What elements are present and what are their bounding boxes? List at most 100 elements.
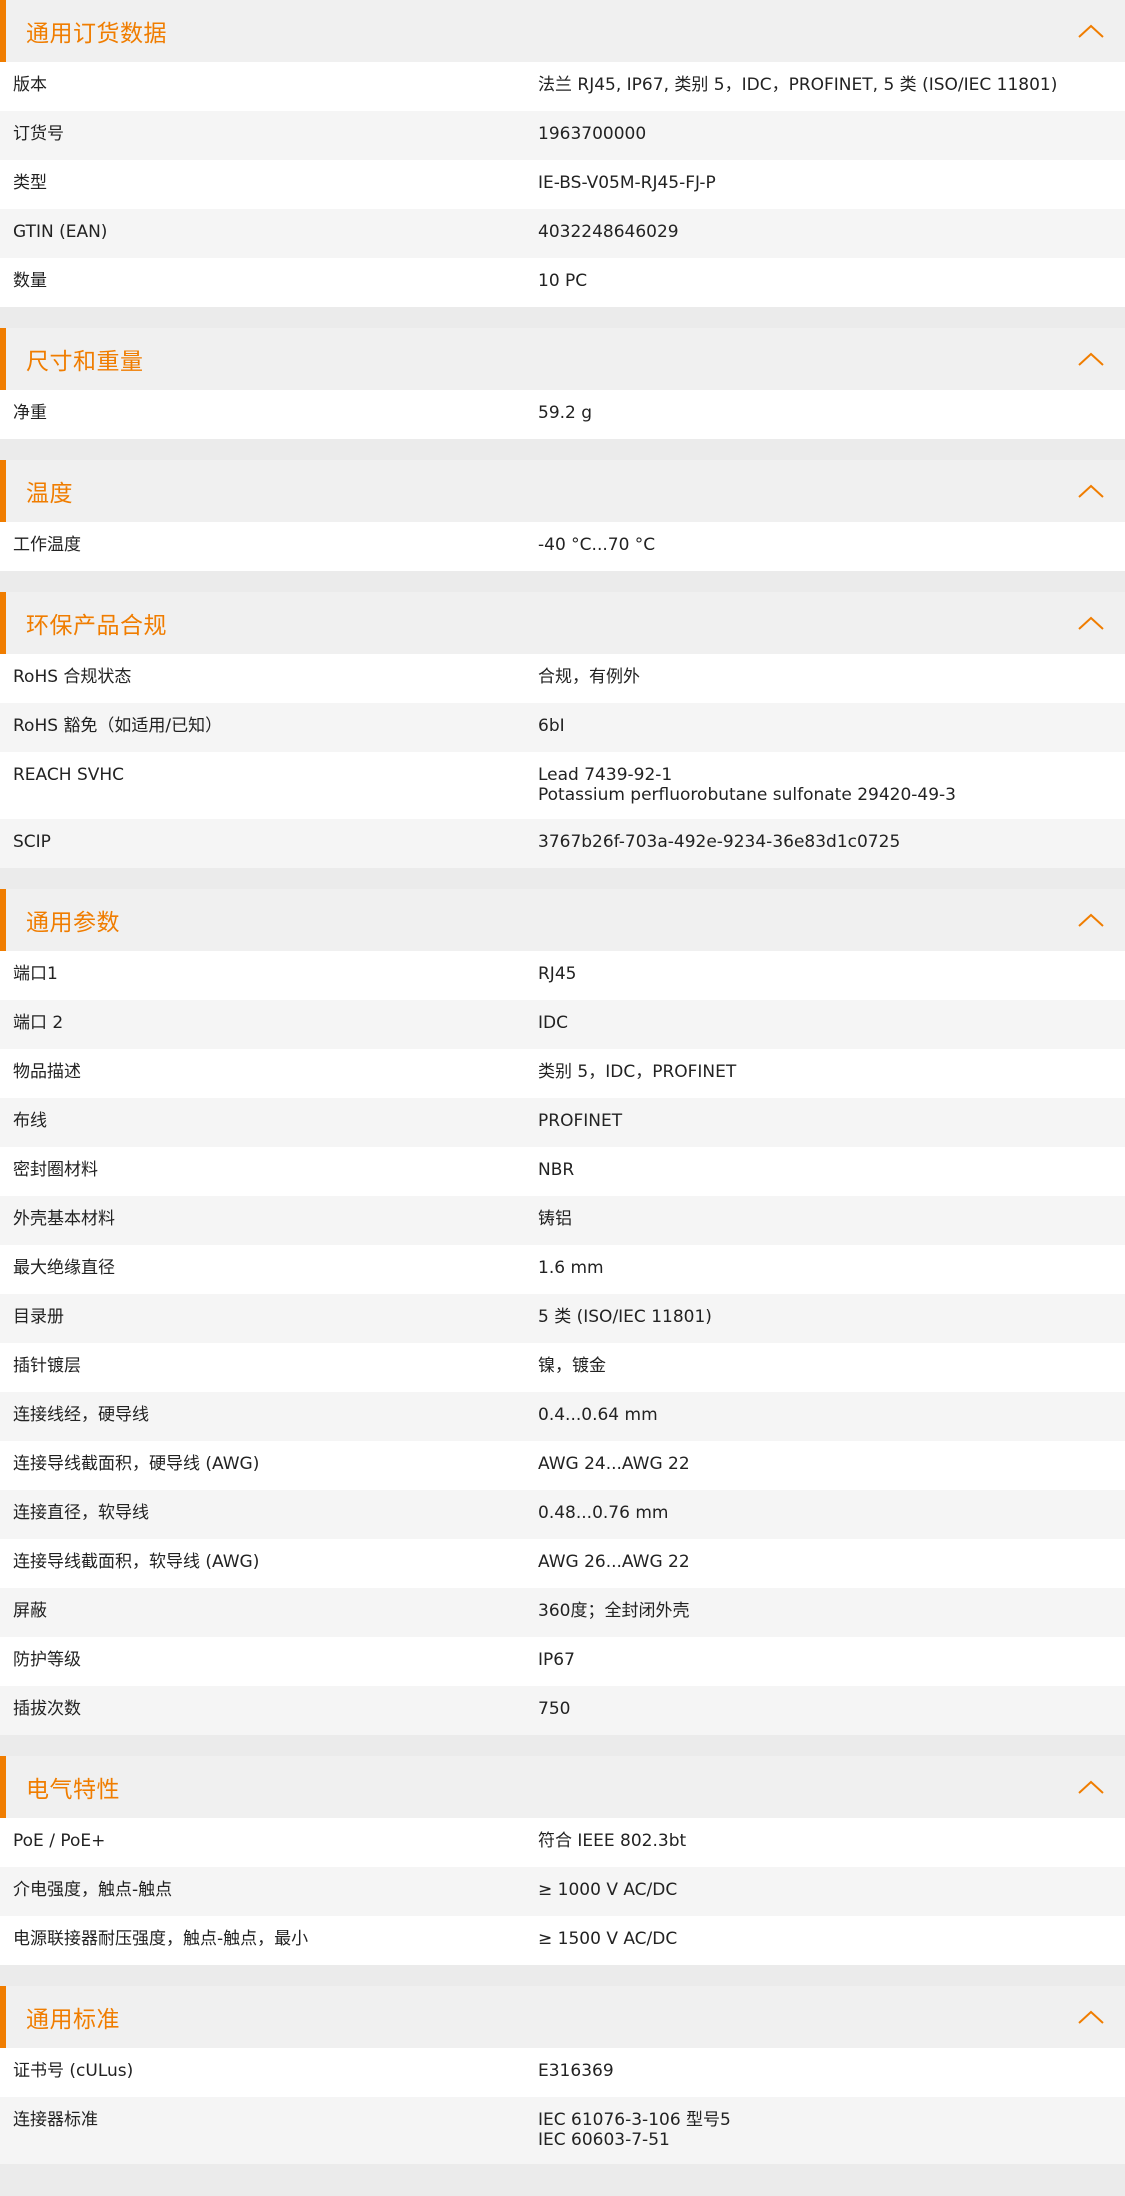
spec-section: 通用订货数据版本 法兰 RJ45, IP67, 类别 5，IDC，PROFINET… (0, 0, 1125, 311)
spec-value: PROFINET (538, 1111, 623, 1131)
spec-rows: 端口1 RJ45 端口 2 IDC 物品描述 类别 5，IDC，PROFINET 布线 PRO… (0, 951, 1125, 1735)
spec-row: 净重 59.2 g (0, 390, 1125, 439)
spec-label: 订货号 (13, 124, 64, 144)
spec-value: IEC 61076-3-106 型号5 IEC 60603-7-51 (538, 2110, 731, 2150)
spec-value: NBR (538, 1160, 575, 1180)
spec-row: 插针镀层 镍，镀金 (0, 1343, 1125, 1392)
spec-label: 布线 (13, 1111, 47, 1131)
section-title: 通用标准 (26, 2007, 120, 2033)
section-divider (0, 1965, 1125, 1969)
chevron-up-icon[interactable] (1077, 483, 1105, 499)
section-divider (0, 571, 1125, 575)
section-title: 温度 (26, 481, 73, 507)
chevron-up-icon[interactable] (1077, 351, 1105, 367)
spec-row: 端口1 RJ45 (0, 951, 1125, 1000)
spec-row: 防护等级 IP67 (0, 1637, 1125, 1686)
spec-row: 证书号 (cULus) E316369 (0, 2048, 1125, 2097)
spec-row: RoHS 豁免（如适用/已知） 6bI (0, 703, 1125, 752)
spec-row: 数量 10 PC (0, 258, 1125, 307)
spec-section: 环保产品合规 RoHS 合规状态 合规，有例外 RoHS 豁免（如适用/已知） 6bI R… (0, 592, 1125, 872)
spec-label: 类型 (13, 173, 47, 193)
spec-value: E316369 (538, 2061, 614, 2081)
spec-value: 铸铝 (538, 1209, 572, 1229)
spec-label: 物品描述 (13, 1062, 81, 1082)
spec-label: GTIN (EAN) (13, 222, 108, 242)
section-header[interactable]: 环保产品合规 (0, 592, 1125, 654)
spec-row: 连接线经，硬导线 0.4...0.64 mm (0, 1392, 1125, 1441)
spec-section: 电气特性 PoE / PoE+ 符合 IEEE 802.3bt 介电强度，触点-触点 ≥… (0, 1756, 1125, 1969)
spec-value: AWG 24...AWG 22 (538, 1454, 690, 1474)
chevron-up-icon[interactable] (1077, 1779, 1105, 1795)
section-header[interactable]: 电气特性 (0, 1756, 1125, 1818)
spec-label: 最大绝缘直径 (13, 1258, 115, 1278)
spec-label: 屏蔽 (13, 1601, 47, 1621)
spec-row: 布线 PROFINET (0, 1098, 1125, 1147)
spec-label: 介电强度，触点-触点 (13, 1880, 173, 1900)
spec-row: 连接导线截面积，硬导线 (AWG) AWG 24...AWG 22 (0, 1441, 1125, 1490)
spec-label: 版本 (13, 75, 47, 95)
spec-label: 证书号 (cULus) (13, 2061, 134, 2081)
section-header[interactable]: 通用订货数据 (0, 0, 1125, 62)
spec-row: 插拔次数 750 (0, 1686, 1125, 1735)
spec-section: 温度工作温度 -40 °C...70 °C (0, 460, 1125, 575)
spec-label: 防护等级 (13, 1650, 81, 1670)
spec-value: AWG 26...AWG 22 (538, 1552, 690, 1572)
chevron-up-icon[interactable] (1077, 912, 1105, 928)
spec-label: SCIP (13, 832, 51, 852)
spec-label: 电源联接器耐压强度，触点-触点，最小 (13, 1929, 309, 1949)
spec-row: 目录册 5 类 (ISO/IEC 11801) (0, 1294, 1125, 1343)
spec-label: 密封圈材料 (13, 1160, 98, 1180)
spec-label: RoHS 豁免（如适用/已知） (13, 716, 223, 736)
section-header[interactable]: 温度 (0, 460, 1125, 522)
spec-row: 物品描述 类别 5，IDC，PROFINET (0, 1049, 1125, 1098)
spec-label: 连接器标准 (13, 2110, 98, 2130)
spec-label: 端口 2 (13, 1013, 64, 1033)
section-header[interactable]: 通用参数 (0, 889, 1125, 951)
spec-value: 符合 IEEE 802.3bt (538, 1831, 687, 1851)
chevron-up-icon[interactable] (1077, 23, 1105, 39)
section-header[interactable]: 通用标准 (0, 1986, 1125, 2048)
spec-value: Lead 7439-92-1 Potassium perfluorobutane… (538, 765, 956, 805)
spec-value: 法兰 RJ45, IP67, 类别 5，IDC，PROFINET, 5 类 (I… (538, 75, 1058, 95)
spec-section: 通用参数端口1 RJ45 端口 2 IDC 物品描述 类别 5，IDC，PROFINET 布… (0, 889, 1125, 1739)
spec-label: 连接导线截面积，软导线 (AWG) (13, 1552, 260, 1572)
spec-rows: 净重 59.2 g (0, 390, 1125, 439)
spec-label: 插拔次数 (13, 1699, 81, 1719)
spec-label: 工作温度 (13, 535, 81, 555)
spec-value: 1963700000 (538, 124, 647, 144)
spec-value: 6bI (538, 716, 565, 736)
spec-row: REACH SVHC Lead 7439-92-1 Potassium perfl… (0, 752, 1125, 819)
spec-row: 端口 2 IDC (0, 1000, 1125, 1049)
spec-value: 360度；全封闭外壳 (538, 1601, 690, 1621)
section-title: 电气特性 (26, 1777, 120, 1803)
spec-row: 电源联接器耐压强度，触点-触点，最小 ≥ 1500 V AC/DC (0, 1916, 1125, 1965)
spec-label: 连接导线截面积，硬导线 (AWG) (13, 1454, 260, 1474)
spec-value: 镍，镀金 (538, 1356, 606, 1376)
spec-row: 最大绝缘直径 1.6 mm (0, 1245, 1125, 1294)
spec-label: REACH SVHC (13, 765, 125, 785)
spec-row: 屏蔽 360度；全封闭外壳 (0, 1588, 1125, 1637)
spec-row: SCIP 3767b26f-703a-492e-9234-36e83d1c0725 (0, 819, 1125, 868)
spec-value: 5 类 (ISO/IEC 11801) (538, 1307, 712, 1327)
spec-value: RJ45 (538, 964, 577, 984)
spec-row: 连接直径，软导线 0.48...0.76 mm (0, 1490, 1125, 1539)
spec-value: 类别 5，IDC，PROFINET (538, 1062, 737, 1082)
spec-label: 外壳基本材料 (13, 1209, 115, 1229)
spec-label: 目录册 (13, 1307, 64, 1327)
spec-row: GTIN (EAN) 4032248646029 (0, 209, 1125, 258)
spec-value: 合规，有例外 (538, 667, 640, 687)
section-title: 通用参数 (26, 910, 120, 936)
section-divider (0, 868, 1125, 872)
spec-section: 通用标准证书号 (cULus) E316369 连接器标准 IEC 61076-3-1… (0, 1986, 1125, 2168)
spec-row: 版本 法兰 RJ45, IP67, 类别 5，IDC，PROFINET, 5 类 … (0, 62, 1125, 111)
section-header[interactable]: 尺寸和重量 (0, 328, 1125, 390)
section-title: 环保产品合规 (26, 613, 167, 639)
spec-value: 750 (538, 1699, 571, 1719)
spec-value: 4032248646029 (538, 222, 679, 242)
spec-rows: RoHS 合规状态 合规，有例外 RoHS 豁免（如适用/已知） 6bI REACH S… (0, 654, 1125, 868)
chevron-up-icon[interactable] (1077, 2009, 1105, 2025)
chevron-up-icon[interactable] (1077, 615, 1105, 631)
spec-row: 工作温度 -40 °C...70 °C (0, 522, 1125, 571)
spec-row: 连接器标准 IEC 61076-3-106 型号5 IEC 60603-7-51 (0, 2097, 1125, 2164)
spec-rows: PoE / PoE+ 符合 IEEE 802.3bt 介电强度，触点-触点 ≥ 100… (0, 1818, 1125, 1965)
